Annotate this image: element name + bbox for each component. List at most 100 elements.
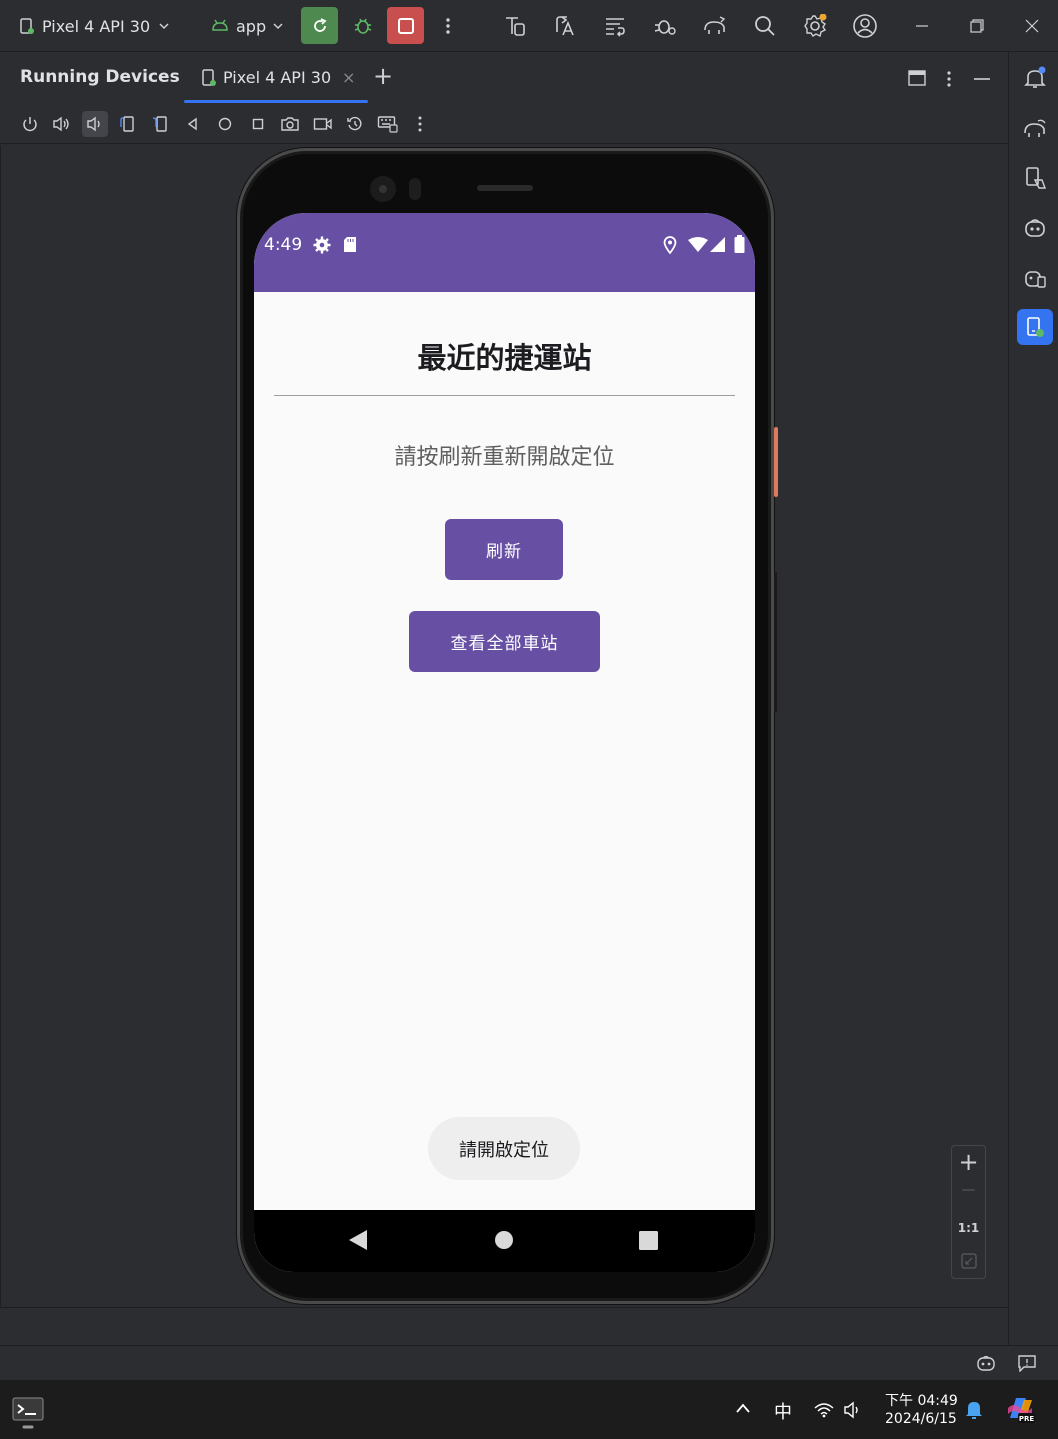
overview-button[interactable] bbox=[245, 111, 271, 137]
volume-key[interactable] bbox=[774, 572, 777, 712]
rotate-left-button[interactable] bbox=[114, 111, 140, 137]
android-icon bbox=[210, 17, 230, 35]
run-config-label: app bbox=[236, 16, 267, 36]
device-icon bbox=[18, 17, 36, 35]
device-manager-button[interactable] bbox=[499, 10, 531, 42]
earpiece-speaker bbox=[477, 185, 533, 191]
device-selector[interactable]: Pixel 4 API 30 bbox=[18, 0, 170, 52]
running-device-icon bbox=[1024, 315, 1046, 339]
settings-button[interactable] bbox=[799, 10, 831, 42]
tab-label: Pixel 4 API 30 bbox=[223, 68, 332, 87]
android-nav-bar bbox=[254, 1210, 755, 1272]
gear-icon bbox=[803, 14, 827, 38]
power-key[interactable] bbox=[774, 427, 778, 497]
chevron-down-icon bbox=[272, 20, 284, 32]
close-window-button[interactable] bbox=[1016, 10, 1048, 42]
apply-changes-button[interactable] bbox=[301, 7, 338, 44]
zoom-out-button[interactable]: — bbox=[952, 1182, 985, 1198]
rotate-right-button[interactable] bbox=[147, 111, 173, 137]
device-more-button[interactable] bbox=[407, 111, 433, 137]
tool-window-options-button[interactable] bbox=[946, 70, 952, 88]
tab-active-underline bbox=[184, 100, 368, 103]
stop-button[interactable] bbox=[387, 7, 424, 44]
gemini-button[interactable] bbox=[1017, 210, 1053, 246]
square-overview-icon bbox=[252, 118, 264, 130]
run-config-selector[interactable]: app bbox=[210, 0, 284, 52]
actual-size-button[interactable]: 1:1 bbox=[952, 1221, 985, 1235]
hide-tool-window-button[interactable] bbox=[974, 77, 990, 81]
home-button[interactable] bbox=[212, 111, 238, 137]
zoom-controls: + — 1:1 bbox=[951, 1145, 986, 1279]
notification-bell-icon[interactable] bbox=[964, 1399, 984, 1421]
chevron-down-icon bbox=[158, 20, 170, 32]
user-icon bbox=[852, 13, 878, 39]
phone-screen[interactable]: 4:49 最近的捷運站 請按刷新重新開啟定位 刷新 查看全部車站 請開啟定位 bbox=[254, 213, 755, 1272]
debug-button[interactable] bbox=[347, 10, 379, 42]
ide-bottom-panel bbox=[0, 1307, 1008, 1345]
terminal-app-button[interactable] bbox=[8, 1392, 48, 1432]
clock-time[interactable]: 下午 04:49 bbox=[885, 1390, 958, 1410]
nav-overview-icon[interactable] bbox=[639, 1231, 658, 1250]
keyboard-input-button[interactable] bbox=[375, 111, 401, 137]
nav-back-icon[interactable] bbox=[348, 1229, 368, 1251]
running-devices-button[interactable] bbox=[1017, 309, 1053, 345]
fit-screen-icon[interactable] bbox=[961, 1253, 977, 1269]
view-all-stations-button[interactable]: 查看全部車站 bbox=[409, 611, 600, 672]
volume-up-icon bbox=[52, 115, 72, 133]
refresh-button[interactable]: 刷新 bbox=[445, 519, 563, 580]
front-camera bbox=[370, 176, 396, 202]
copilot-icon[interactable]: PRE bbox=[1004, 1394, 1036, 1424]
tab-close-icon[interactable]: × bbox=[342, 68, 355, 87]
svg-text:PRE: PRE bbox=[1019, 1415, 1035, 1423]
speaker-icon[interactable] bbox=[843, 1401, 863, 1419]
logcat-button[interactable] bbox=[599, 10, 631, 42]
translate-icon bbox=[553, 14, 577, 38]
window-layout-icon bbox=[908, 70, 926, 86]
profiler-button[interactable] bbox=[649, 10, 681, 42]
add-tab-icon[interactable]: + bbox=[373, 64, 393, 88]
clock-date[interactable]: 2024/6/15 bbox=[885, 1411, 957, 1427]
video-camera-icon bbox=[313, 116, 333, 132]
snapshots-button[interactable] bbox=[342, 111, 368, 137]
device-mirroring-button[interactable] bbox=[1017, 260, 1053, 296]
bug-settings-icon bbox=[653, 14, 677, 38]
feedback-icon[interactable] bbox=[1018, 1355, 1036, 1372]
minimize-window-button[interactable] bbox=[906, 10, 938, 42]
tab-pixel-4[interactable]: Pixel 4 API 30 × bbox=[184, 52, 368, 104]
toast-message: 請開啟定位 bbox=[428, 1117, 580, 1180]
bot-device-icon bbox=[1023, 267, 1047, 289]
screen-title: 最近的捷運站 bbox=[417, 341, 592, 375]
more-actions-button[interactable] bbox=[432, 10, 464, 42]
translate-button[interactable] bbox=[549, 10, 581, 42]
ime-indicator[interactable]: 中 bbox=[774, 1398, 792, 1424]
wifi-icon[interactable] bbox=[814, 1402, 834, 1418]
search-button[interactable] bbox=[749, 10, 781, 42]
notifications-button[interactable] bbox=[1017, 60, 1053, 96]
triangle-back-icon bbox=[186, 117, 200, 131]
ai-assistant-icon[interactable] bbox=[976, 1354, 996, 1372]
android-status-bar: 4:49 bbox=[254, 213, 755, 292]
refresh-icon bbox=[310, 16, 330, 36]
volume-up-button[interactable] bbox=[49, 111, 75, 137]
screen-record-button[interactable] bbox=[310, 111, 336, 137]
rotate-left-icon bbox=[117, 115, 137, 133]
device-toolbar bbox=[0, 104, 1008, 144]
nav-home-icon[interactable] bbox=[494, 1230, 514, 1250]
chevron-up-icon[interactable] bbox=[735, 1402, 751, 1414]
device-explorer-button[interactable] bbox=[1017, 160, 1053, 196]
screenshot-button[interactable] bbox=[277, 111, 303, 137]
zoom-in-button[interactable]: + bbox=[952, 1148, 985, 1176]
device-file-icon bbox=[1023, 166, 1047, 190]
back-button[interactable] bbox=[180, 111, 206, 137]
power-button[interactable] bbox=[17, 111, 43, 137]
more-vertical-icon bbox=[946, 70, 952, 88]
window-layout-button[interactable] bbox=[908, 70, 926, 86]
camera-icon bbox=[280, 115, 300, 133]
gradle-sync-button[interactable] bbox=[699, 10, 731, 42]
gradle-button[interactable] bbox=[1017, 110, 1053, 146]
account-button[interactable] bbox=[849, 10, 881, 42]
close-icon bbox=[1025, 19, 1039, 33]
restore-window-button[interactable] bbox=[961, 10, 993, 42]
terminal-icon bbox=[8, 1392, 48, 1432]
volume-down-button[interactable] bbox=[82, 111, 108, 137]
